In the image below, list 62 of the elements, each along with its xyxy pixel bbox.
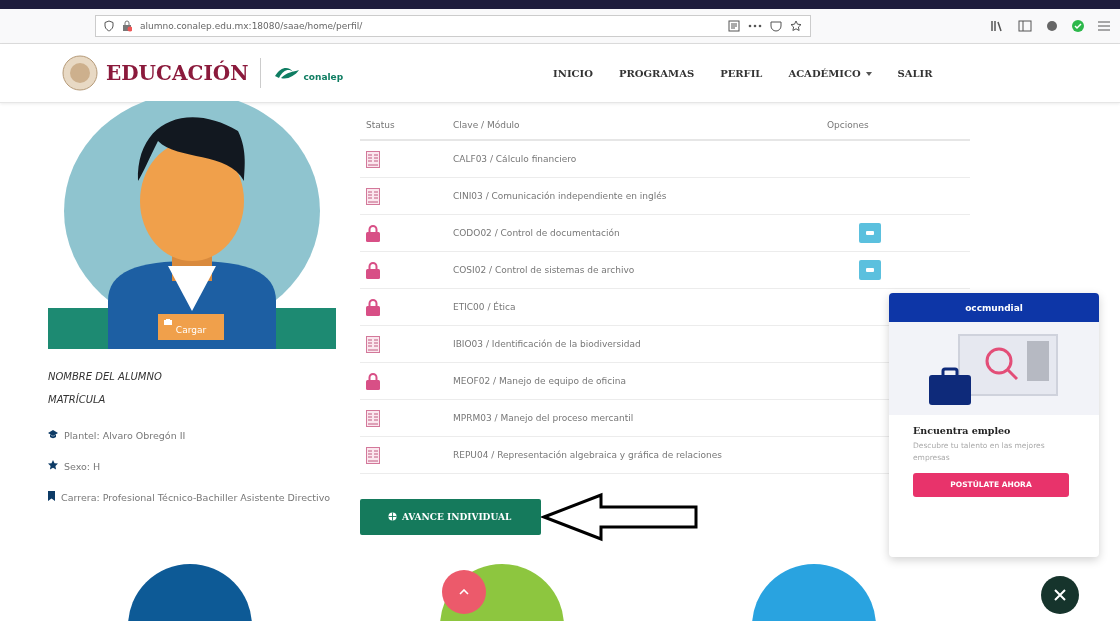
padlock-icon <box>366 372 380 390</box>
nav-link[interactable]: PERFIL <box>720 67 763 79</box>
url-text: alumno.conalep.edu.mx:18080/saae/home/perfil/ <box>140 21 363 31</box>
more-icon[interactable] <box>748 24 762 28</box>
profile-detail: Plantel: Alvaro Obregón II <box>64 429 186 443</box>
shield-icon <box>104 20 114 32</box>
module-name: COSI02 / Control de sistemas de archivo <box>453 265 635 275</box>
check-circle-icon[interactable] <box>1072 20 1084 32</box>
student-name-label: NOMBRE DEL ALUMNO <box>48 371 163 382</box>
option-button[interactable] <box>859 260 881 280</box>
extension-icon[interactable] <box>1046 20 1058 32</box>
reader-view-icon[interactable] <box>728 20 740 32</box>
module-name: CODO02 / Control de documentación <box>453 228 620 238</box>
partner-logo-text: conalep <box>303 72 344 82</box>
module-name: CINI03 / Comunicación independiente en inglés <box>453 191 667 201</box>
graduation-cap-icon <box>48 430 58 439</box>
document-icon <box>366 409 380 427</box>
sidebar-icon[interactable] <box>1018 20 1032 32</box>
close-icon <box>1054 589 1066 601</box>
nav-link[interactable]: INICIO <box>553 67 593 79</box>
nav-link[interactable]: ACADÉMICO <box>788 67 872 79</box>
pocket-icon[interactable] <box>770 20 782 32</box>
module-name: MEOF02 / Manejo de equipo de oficina <box>453 376 626 386</box>
warning-lock-icon <box>122 20 132 32</box>
close-button[interactable] <box>1041 576 1079 614</box>
padlock-icon <box>366 224 380 242</box>
bookmark-icon <box>48 491 55 501</box>
nav-link[interactable]: SALIR <box>897 67 933 79</box>
module-name: CALF03 / Cálculo financiero <box>453 154 577 164</box>
globe-icon <box>388 512 397 521</box>
menu-icon[interactable] <box>1098 21 1110 31</box>
minus-icon <box>866 231 874 235</box>
column-header: Clave / Módulo <box>453 120 520 130</box>
document-icon <box>366 335 380 353</box>
chevron-up-icon <box>459 589 469 595</box>
module-name: ETIC00 / Ética <box>453 302 516 312</box>
module-name: MPRM03 / Manejo del proceso mercantil <box>453 413 634 423</box>
column-header: Opciones <box>827 120 869 130</box>
module-name: REPU04 / Representación algebraica y gráfica de relaciones <box>453 450 722 460</box>
option-button[interactable] <box>859 223 881 243</box>
star-icon[interactable] <box>790 20 802 32</box>
ad-title: Encuentra empleo <box>913 425 1012 436</box>
camera-icon <box>164 319 172 325</box>
address-bar[interactable]: alumno.conalep.edu.mx:18080/saae/home/perfil/ <box>95 15 811 37</box>
padlock-icon <box>366 298 380 316</box>
document-icon <box>366 150 380 168</box>
minus-icon <box>866 268 874 272</box>
library-icon[interactable] <box>990 20 1004 32</box>
profile-detail: Carrera: Profesional Técnico-Bachiller Asistente Directivo <box>61 491 331 505</box>
profile-detail: Sexo: H <box>64 460 101 474</box>
progress-button[interactable]: AVANCE INDIVIDUAL <box>360 499 542 535</box>
document-icon <box>366 446 380 464</box>
student-id-label: MATRÍCULA <box>48 394 107 405</box>
brand-logo-text: EDUCACIÓN <box>106 61 249 85</box>
nav-link[interactable]: PROGRAMAS <box>618 67 695 79</box>
column-header: Status <box>366 120 395 130</box>
padlock-icon <box>366 261 380 279</box>
document-icon <box>366 187 380 205</box>
ad-brand-logo: occmundial <box>965 302 1023 313</box>
star-icon <box>48 460 58 470</box>
seal-icon <box>62 55 98 91</box>
module-name: IBIO03 / Identificación de la biodiversidad <box>453 339 641 349</box>
